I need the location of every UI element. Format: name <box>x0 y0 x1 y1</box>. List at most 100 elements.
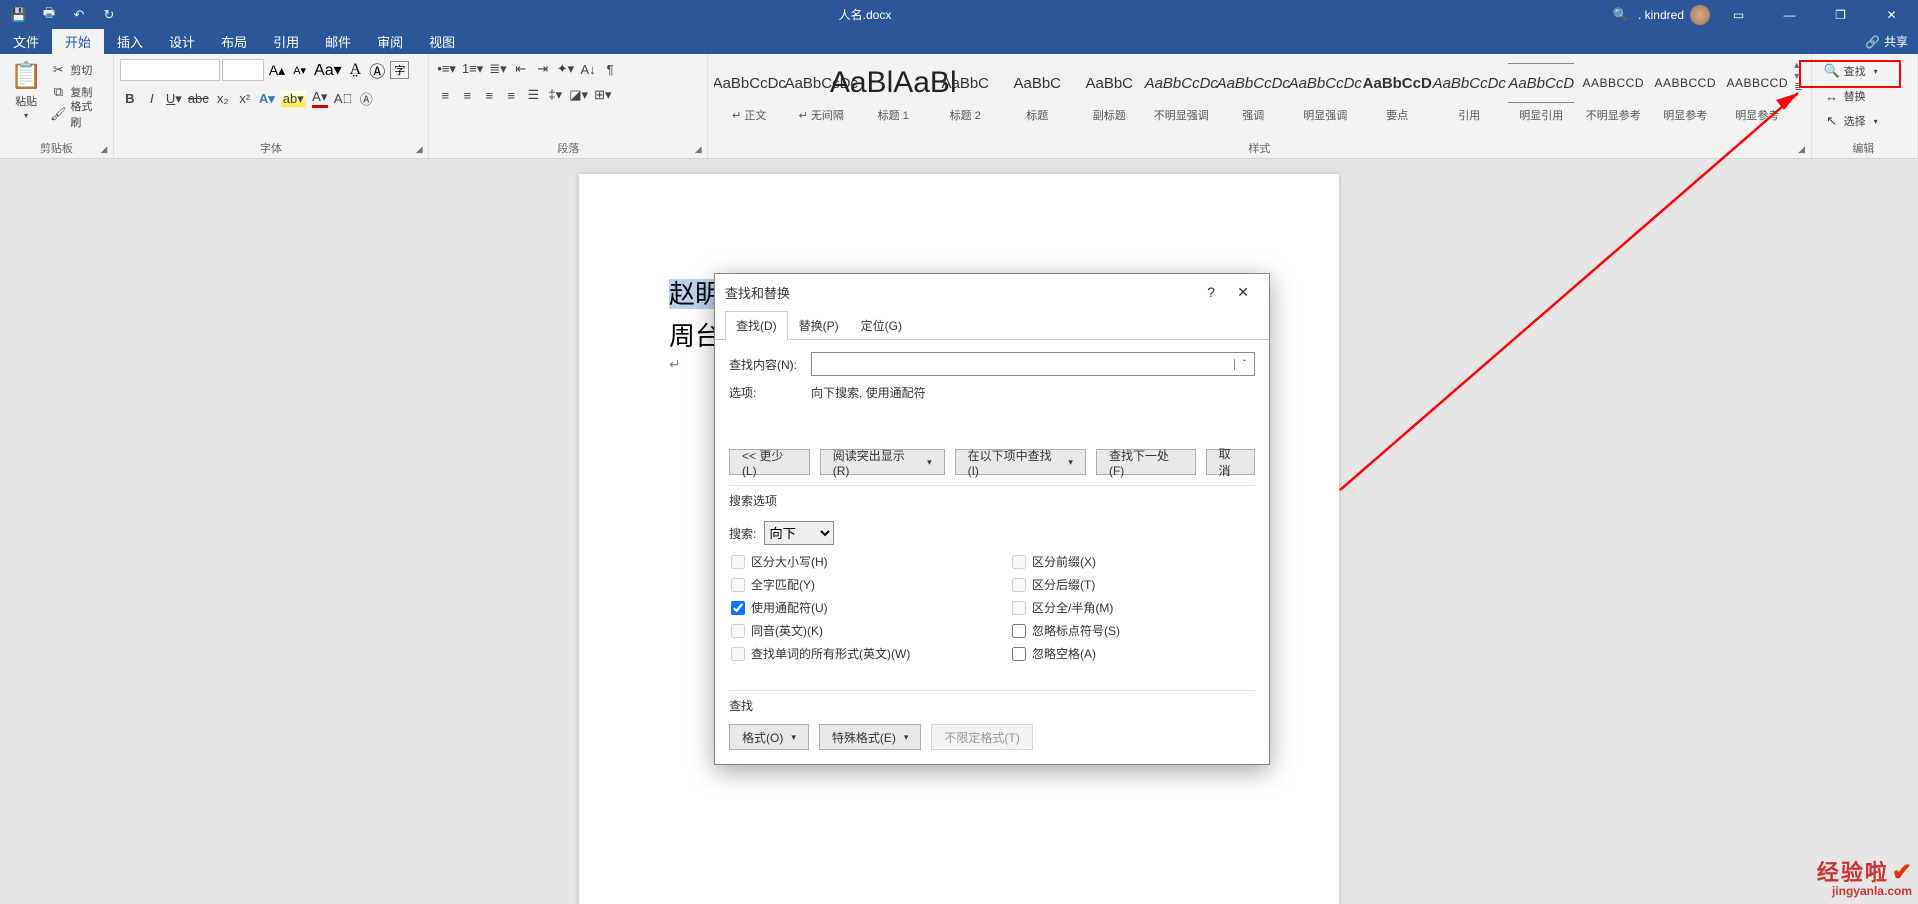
strike-icon[interactable]: abc <box>188 91 209 106</box>
gallery-down-icon[interactable]: ▾ <box>1794 71 1802 82</box>
multilevel-icon[interactable]: ≣▾ <box>489 61 506 77</box>
shrink-font-icon[interactable]: A▾ <box>290 64 309 77</box>
tab-layout[interactable]: 布局 <box>208 29 260 54</box>
align-left-icon[interactable]: ≡ <box>437 88 453 103</box>
highlight-icon[interactable]: ab▾ <box>281 91 306 107</box>
styles-gallery[interactable]: AaBbCcDc↵ 正文AaBbCcDc↵ 无间隔AaBl标题 1AaBbC标题… <box>714 58 1792 132</box>
format-button[interactable]: 格式(O) <box>729 724 809 750</box>
tab-references[interactable]: 引用 <box>260 29 312 54</box>
text-effects-icon[interactable]: A▾ <box>259 91 275 107</box>
char-shading-icon[interactable]: A⃞ <box>334 91 352 106</box>
distributed-icon[interactable]: ☰ <box>525 87 541 103</box>
bold-icon[interactable]: B <box>122 91 138 106</box>
window-minimize[interactable]: — <box>1767 0 1812 29</box>
char-border-icon[interactable]: Ⓐ <box>358 89 374 108</box>
style-item[interactable]: AaBbCcDc引用 <box>1434 58 1504 128</box>
find-in-button[interactable]: 在以下项中查找(I) <box>955 449 1086 475</box>
grow-font-icon[interactable]: A▴ <box>266 62 288 79</box>
dialog-title-bar[interactable]: 查找和替换 ? ✕ <box>715 274 1269 310</box>
tab-view[interactable]: 视图 <box>416 29 468 54</box>
style-item[interactable]: AaBbC标题 2 <box>930 58 1000 128</box>
share-button[interactable]: 🔗共享 <box>1855 29 1918 54</box>
dialog-help-icon[interactable]: ? <box>1195 278 1227 306</box>
style-item[interactable]: AABBCCD不明显参考 <box>1578 58 1648 128</box>
style-item[interactable]: AaBbCcDc↵ 正文 <box>714 58 784 128</box>
font-size-combo[interactable] <box>222 59 264 81</box>
sort-icon[interactable]: A↓ <box>580 62 596 77</box>
find-what-input[interactable]: ˇ <box>811 352 1255 376</box>
increase-indent-icon[interactable]: ⇥ <box>535 61 551 77</box>
shading-icon[interactable]: ◪▾ <box>569 87 588 103</box>
chk-all-forms[interactable]: 查找单词的所有形式(英文)(W) <box>731 645 972 662</box>
borders-icon[interactable]: ⊞▾ <box>594 87 611 103</box>
show-marks-icon[interactable]: ¶ <box>602 62 618 77</box>
window-restore[interactable]: ❐ <box>1818 0 1863 29</box>
font-color-icon[interactable]: A▾ <box>312 89 328 108</box>
format-painter-button[interactable]: 🖌格式刷 <box>50 104 102 124</box>
chk-half-full[interactable]: 区分全/半角(M) <box>1012 599 1253 616</box>
special-button[interactable]: 特殊格式(E) <box>819 724 922 750</box>
bullets-icon[interactable]: •≡▾ <box>437 61 456 77</box>
style-item[interactable]: AABBCCD明显参考 <box>1650 58 1720 128</box>
replace-button[interactable]: ↔替换 <box>1824 85 1878 107</box>
styles-launcher[interactable]: ◢ <box>1795 142 1809 156</box>
asian-layout-icon[interactable]: ✦▾ <box>557 61 574 77</box>
gallery-more-icon[interactable]: ≣ <box>1794 82 1802 93</box>
underline-icon[interactable]: U▾ <box>166 91 182 107</box>
clear-format-icon[interactable]: Ⓐ <box>366 58 388 82</box>
style-item[interactable]: AABBCCD明显参考 <box>1722 58 1792 128</box>
dialog-close-icon[interactable]: ✕ <box>1227 278 1259 306</box>
chevron-down-icon[interactable]: ˇ <box>1234 359 1254 370</box>
user-name[interactable]: . kindred <box>1638 8 1684 22</box>
chk-ignore-space[interactable]: 忽略空格(A) <box>1012 645 1253 662</box>
chk-ignore-punct[interactable]: 忽略标点符号(S) <box>1012 622 1253 639</box>
style-item[interactable]: AaBl标题 1 <box>858 58 928 128</box>
reading-highlight-button[interactable]: 阅读突出显示(R) <box>820 449 945 475</box>
find-button[interactable]: 🔍查找▾ <box>1824 60 1878 82</box>
style-item[interactable]: AaBbCcDc不明显强调 <box>1146 58 1216 128</box>
phonetic-icon[interactable]: A̤ <box>347 61 365 79</box>
tab-insert[interactable]: 插入 <box>104 29 156 54</box>
clipboard-launcher[interactable]: ◢ <box>97 142 111 156</box>
line-spacing-icon[interactable]: ‡▾ <box>547 87 563 103</box>
tab-home[interactable]: 开始 <box>52 29 104 54</box>
font-name-combo[interactable] <box>120 59 220 81</box>
find-next-button[interactable]: 查找下一处(F) <box>1096 449 1196 475</box>
tab-review[interactable]: 审阅 <box>364 29 416 54</box>
italic-icon[interactable]: I <box>144 91 160 106</box>
chk-prefix[interactable]: 区分前缀(X) <box>1012 553 1253 570</box>
dlg-tab-replace[interactable]: 替换(P) <box>788 311 850 340</box>
search-direction-select[interactable]: 向下 <box>764 521 834 545</box>
dlg-tab-goto[interactable]: 定位(G) <box>850 311 913 340</box>
align-right-icon[interactable]: ≡ <box>481 88 497 103</box>
style-item[interactable]: AaBbCcDc明显强调 <box>1290 58 1360 128</box>
cut-button[interactable]: ✂剪切 <box>50 60 102 80</box>
qat-redo[interactable]: ↻ <box>98 4 120 26</box>
style-item[interactable]: AaBbC标题 <box>1002 58 1072 128</box>
change-case-icon[interactable]: Aa▾ <box>311 60 345 80</box>
font-launcher[interactable]: ◢ <box>412 142 426 156</box>
chk-sounds-like[interactable]: 同音(英文)(K) <box>731 622 972 639</box>
ribbon-min-icon[interactable]: ▭ <box>1716 0 1761 29</box>
gallery-up-icon[interactable]: ▴ <box>1794 60 1802 71</box>
qat-undo[interactable]: ↶ <box>68 4 90 26</box>
tab-design[interactable]: 设计 <box>156 29 208 54</box>
chk-wildcard[interactable]: 使用通配符(U) <box>731 599 972 616</box>
style-item[interactable]: AaBbCcD要点 <box>1362 58 1432 128</box>
qat-save[interactable]: 💾 <box>8 4 30 26</box>
enclose-icon[interactable]: 字 <box>390 61 409 79</box>
window-close[interactable]: ✕ <box>1869 0 1914 29</box>
dlg-tab-find[interactable]: 查找(D) <box>725 311 788 340</box>
align-center-icon[interactable]: ≡ <box>459 88 475 103</box>
avatar[interactable] <box>1690 5 1710 25</box>
subscript-icon[interactable]: x₂ <box>215 91 231 106</box>
tab-mailings[interactable]: 邮件 <box>312 29 364 54</box>
paste-button[interactable]: 📋 粘贴▾ <box>6 58 46 122</box>
chk-whole-word[interactable]: 全字匹配(Y) <box>731 576 972 593</box>
numbering-icon[interactable]: 1≡▾ <box>462 61 483 77</box>
qat-print[interactable]: 🖶 <box>38 4 60 26</box>
decrease-indent-icon[interactable]: ⇤ <box>513 61 529 77</box>
chk-match-case[interactable]: 区分大小写(H) <box>731 553 972 570</box>
tab-file[interactable]: 文件 <box>0 29 52 54</box>
select-button[interactable]: ↖选择▾ <box>1824 110 1878 132</box>
